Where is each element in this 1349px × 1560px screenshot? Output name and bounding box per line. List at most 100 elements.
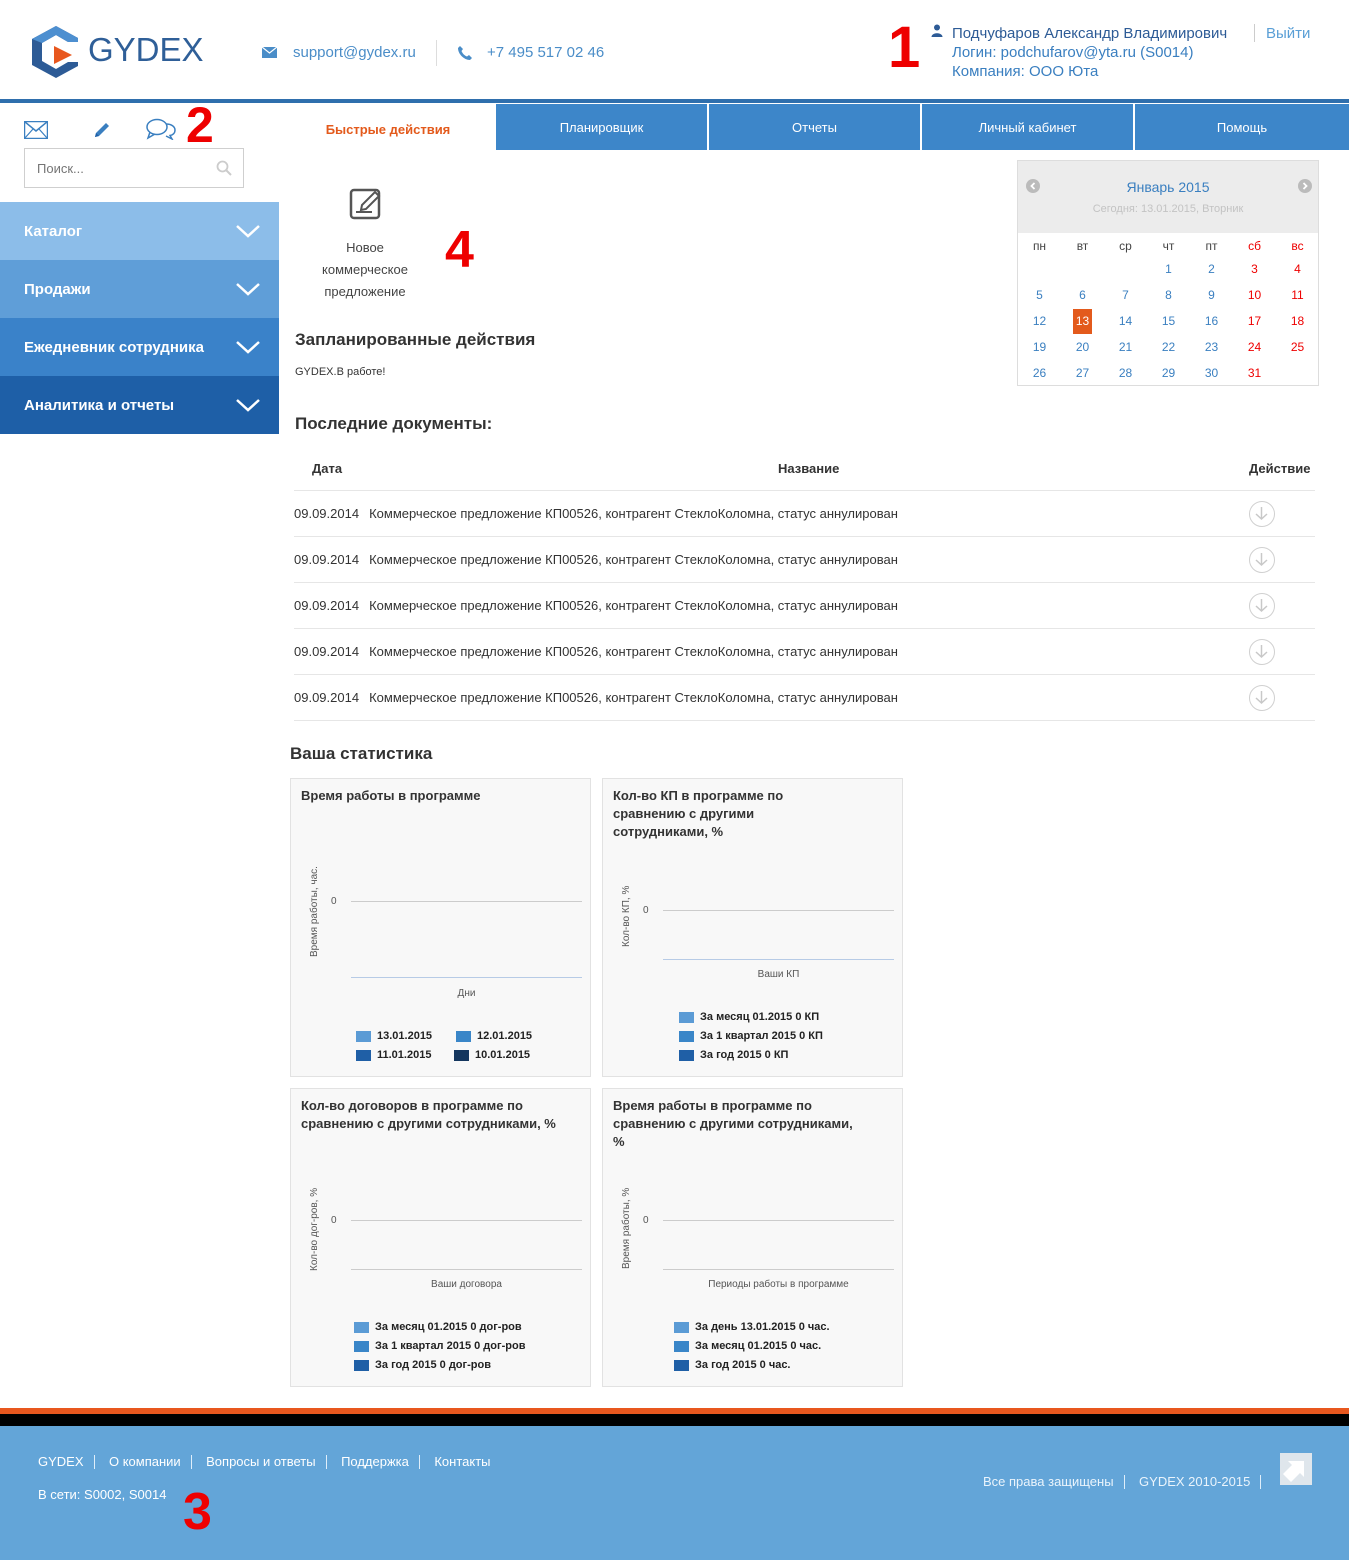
- legend-swatch: [356, 1049, 371, 1061]
- calendar-day[interactable]: 1: [1147, 262, 1190, 286]
- calendar-day[interactable]: 20: [1061, 340, 1104, 364]
- tab-account[interactable]: Личный кабинет: [922, 104, 1135, 150]
- action-label-line1: Новое: [346, 240, 384, 255]
- legend-label: 11.01.2015: [377, 1049, 432, 1061]
- tab-reports[interactable]: Отчеты: [709, 104, 922, 150]
- download-icon[interactable]: [1249, 639, 1275, 665]
- calendar-day[interactable]: 2: [1190, 262, 1233, 286]
- calendar-day[interactable]: 16: [1190, 314, 1233, 338]
- edit-document-icon: [349, 188, 381, 220]
- chart-zero-tick: 0: [331, 1215, 337, 1226]
- calendar-day[interactable]: 19: [1018, 340, 1061, 364]
- search-icon[interactable]: [216, 160, 232, 176]
- footer-rights: Все права защищены GYDEX 2010-2015: [983, 1473, 1271, 1491]
- chart-title: Кол-во КП в программе по сравнению с дру…: [613, 788, 784, 839]
- calendar-day-number: 23: [1204, 340, 1219, 354]
- footer-link-gydex[interactable]: GYDEX: [38, 1454, 84, 1469]
- calendar-day[interactable]: 30: [1190, 366, 1233, 390]
- footer-link-about[interactable]: О компании: [109, 1454, 181, 1469]
- calendar-day[interactable]: 22: [1147, 340, 1190, 364]
- calendar-day[interactable]: 12: [1018, 314, 1061, 338]
- chart-xlabel: Периоды работы в программе: [708, 1279, 849, 1290]
- download-icon[interactable]: [1249, 501, 1275, 527]
- legend-item: За месяц 01.2015 0 дог-ров: [354, 1321, 522, 1333]
- download-icon[interactable]: [1249, 685, 1275, 711]
- download-icon[interactable]: [1249, 547, 1275, 573]
- legend-swatch: [354, 1321, 369, 1333]
- pencil-icon[interactable]: [92, 120, 112, 140]
- chart-baseline: [663, 1269, 894, 1270]
- footer-link-support[interactable]: Поддержка: [341, 1454, 409, 1469]
- sidebar-item-catalog[interactable]: Каталог: [0, 202, 279, 260]
- sidebar-item-diary[interactable]: Ежедневник сотрудника: [0, 318, 279, 376]
- doc-name[interactable]: Коммерческое предложение КП00526, контра…: [369, 506, 898, 521]
- sidebar-item-sales[interactable]: Продажи: [0, 260, 279, 318]
- calendar-day[interactable]: 14: [1104, 314, 1147, 338]
- user-name[interactable]: Подчуфаров Александр Владимирович: [952, 24, 1227, 43]
- sidebar-item-analytics[interactable]: Аналитика и отчеты: [0, 376, 279, 434]
- legend-swatch: [454, 1049, 469, 1061]
- chart-work-time: Время работы в программе Время работы, ч…: [290, 778, 591, 1077]
- calendar-day[interactable]: 29: [1147, 366, 1190, 390]
- tab-quick-actions[interactable]: Быстрые действия: [282, 104, 494, 150]
- calendar-day[interactable]: 15: [1147, 314, 1190, 338]
- calendar-day[interactable]: 11: [1276, 288, 1319, 312]
- legend-item: За год 2015 0 дог-ров: [354, 1359, 491, 1371]
- legend-label: За месяц 01.2015 0 дог-ров: [375, 1321, 522, 1333]
- calendar-day[interactable]: 18: [1276, 314, 1319, 338]
- email-link[interactable]: support@gydex.ru: [293, 44, 416, 61]
- calendar-day[interactable]: 5: [1018, 288, 1061, 312]
- chevron-down-icon: [236, 399, 260, 412]
- calendar-day[interactable]: 10: [1233, 288, 1276, 312]
- new-offer-action[interactable]: Новое коммерческое предложение: [305, 184, 425, 304]
- search-input[interactable]: [25, 149, 205, 187]
- chat-icon[interactable]: [146, 118, 176, 140]
- calendar-day[interactable]: 3: [1233, 262, 1276, 286]
- calendar-day[interactable]: 9: [1190, 288, 1233, 312]
- calendar-day[interactable]: 31: [1233, 366, 1276, 390]
- legend-item: 12.01.2015: [456, 1030, 532, 1042]
- calendar-day[interactable]: 8: [1147, 288, 1190, 312]
- calendar-day-number: 27: [1075, 366, 1090, 380]
- calendar-day[interactable]: 27: [1061, 366, 1104, 390]
- doc-name[interactable]: Коммерческое предложение КП00526, контра…: [369, 598, 898, 613]
- calendar-day[interactable]: 7: [1104, 288, 1147, 312]
- calendar-day[interactable]: 13: [1061, 309, 1104, 338]
- calendar-day[interactable]: 28: [1104, 366, 1147, 390]
- search-box[interactable]: [24, 148, 244, 188]
- chart-xlabel: Дни: [457, 988, 476, 999]
- doc-name[interactable]: Коммерческое предложение КП00526, контра…: [369, 552, 898, 567]
- tab-planner[interactable]: Планировщик: [496, 104, 709, 150]
- legend-item: За день 13.01.2015 0 час.: [674, 1321, 830, 1333]
- chart-offers-count: Кол-во КП в программе по сравнению с дру…: [602, 778, 903, 1077]
- sidebar-item-label: Продажи: [24, 280, 91, 298]
- footer-link-contacts[interactable]: Контакты: [434, 1454, 490, 1469]
- scroll-top-button[interactable]: [1280, 1453, 1312, 1485]
- calendar-day[interactable]: 4: [1276, 262, 1319, 286]
- doc-name[interactable]: Коммерческое предложение КП00526, контра…: [369, 690, 898, 705]
- calendar-day-number: 31: [1247, 366, 1262, 380]
- table-row: 09.09.2014 Коммерческое предложение КП005…: [294, 490, 1315, 536]
- download-icon[interactable]: [1249, 593, 1275, 619]
- calendar-day[interactable]: 21: [1104, 340, 1147, 364]
- calendar-day[interactable]: 24: [1233, 340, 1276, 364]
- calendar-weekday: ср: [1119, 239, 1132, 253]
- tab-help[interactable]: Помощь: [1135, 104, 1349, 150]
- phone-contact: +7 495 517 02 46: [457, 44, 604, 61]
- calendar-day-number: 10: [1247, 288, 1262, 302]
- calendar-day[interactable]: 25: [1276, 340, 1319, 364]
- calendar-day[interactable]: 17: [1233, 314, 1276, 338]
- doc-name[interactable]: Коммерческое предложение КП00526, контра…: [369, 644, 898, 659]
- chart-ylabel: Кол-во КП, %: [621, 885, 632, 947]
- mail-icon[interactable]: [24, 121, 48, 139]
- table-row: 09.09.2014 Коммерческое предложение КП005…: [294, 582, 1315, 628]
- logo[interactable]: GYDEX: [30, 24, 220, 80]
- legend-item: 10.01.2015: [454, 1049, 530, 1061]
- legend-swatch: [456, 1030, 471, 1042]
- phone-number: +7 495 517 02 46: [487, 44, 605, 61]
- footer-link-faq[interactable]: Вопросы и ответы: [206, 1454, 315, 1469]
- calendar-day[interactable]: 26: [1018, 366, 1061, 390]
- email-contact[interactable]: support@gydex.ru: [262, 44, 416, 61]
- logout-link[interactable]: Выйти: [1266, 24, 1310, 43]
- calendar-day[interactable]: 23: [1190, 340, 1233, 364]
